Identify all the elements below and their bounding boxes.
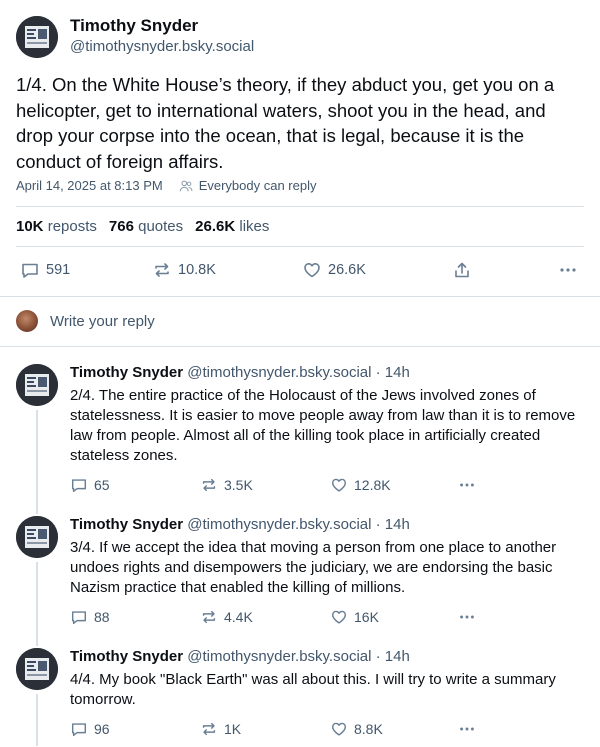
- reply-count: 88: [94, 609, 110, 625]
- share-button[interactable]: [452, 260, 472, 280]
- reposts-stat[interactable]: 10K reposts: [16, 218, 97, 235]
- share-icon: [455, 262, 469, 278]
- heart-icon: [331, 610, 347, 624]
- repost-icon: [202, 610, 216, 624]
- post-text: 1/4. On the White House’s theory, if the…: [16, 74, 555, 172]
- reply-count: 96: [94, 721, 110, 737]
- post-meta: April 14, 2025 at 8:13 PM Everybody can …: [16, 178, 316, 193]
- repost-button[interactable]: 1K: [200, 720, 241, 738]
- thread-post-text: 4/4. My book "Black Earth" was all about…: [70, 671, 556, 708]
- more-dots-icon: [460, 615, 474, 619]
- repost-count: 3.5K: [224, 477, 253, 493]
- heart-icon: [331, 722, 347, 736]
- thread-post-text: 3/4. If we accept the idea that moving a…: [70, 539, 557, 596]
- author-name[interactable]: Timothy Snyder: [70, 364, 183, 381]
- thread-line: [36, 694, 38, 746]
- post-timestamp[interactable]: April 14, 2025 at 8:13 PM: [16, 178, 163, 193]
- reply-button[interactable]: 88: [70, 608, 110, 626]
- thread-post-actions: 65 3.5K 12.8K: [70, 476, 490, 496]
- current-user-avatar: [16, 310, 38, 332]
- thread-post-text: 2/4. The entire practice of the Holocaus…: [70, 387, 576, 464]
- quotes-stat-count: 766: [108, 218, 134, 235]
- thread-post-actions: 96 1K 8.8K: [70, 720, 490, 740]
- like-button[interactable]: 12.8K: [330, 476, 391, 494]
- repost-icon: [202, 722, 216, 736]
- author-handle[interactable]: @timothysnyder.bsky.social · 14h: [187, 648, 410, 665]
- like-count: 16K: [354, 609, 379, 625]
- more-options-button[interactable]: [458, 476, 476, 494]
- repost-icon: [155, 263, 169, 277]
- repost-button[interactable]: 3.5K: [200, 476, 253, 494]
- reply-count: 65: [94, 477, 110, 493]
- thread-line: [36, 562, 38, 646]
- avatar-image: [16, 648, 58, 690]
- likes-stat-count: 26.6K: [195, 218, 236, 235]
- quotes-stat[interactable]: 766 quotes: [109, 218, 183, 235]
- repost-button[interactable]: 10.8K: [152, 260, 216, 280]
- likes-stat-label: likes: [239, 218, 270, 235]
- author-name[interactable]: Timothy Snyder: [70, 516, 183, 533]
- more-options-button[interactable]: [558, 260, 578, 280]
- thread-post-actions: 88 4.4K 16K: [70, 608, 490, 628]
- quotes-stat-label: quotes: [138, 218, 184, 235]
- post-stats: 10K reposts 766 quotes 26.6K likes: [16, 218, 269, 235]
- like-button[interactable]: 8.8K: [330, 720, 383, 738]
- reposts-stat-label: reposts: [47, 218, 97, 235]
- reply-button[interactable]: 591: [20, 260, 70, 280]
- thread-post-header: Timothy Snyder @timothysnyder.bsky.socia…: [70, 648, 410, 665]
- divider: [16, 246, 584, 247]
- divider: [0, 296, 600, 297]
- heart-icon: [331, 478, 347, 492]
- reply-composer-bar[interactable]: Write your reply: [16, 310, 155, 332]
- like-button[interactable]: 26.6K: [302, 260, 366, 280]
- repost-button[interactable]: 4.4K: [200, 608, 253, 626]
- divider: [16, 206, 584, 207]
- heart-icon: [304, 263, 320, 278]
- repost-count: 10.8K: [178, 262, 216, 278]
- repost-count: 4.4K: [224, 609, 253, 625]
- author-handle[interactable]: @timothysnyder.bsky.social · 14h: [187, 516, 410, 533]
- reply-bubble-icon: [71, 479, 87, 493]
- author-avatar[interactable]: [16, 516, 58, 558]
- like-count: 12.8K: [354, 477, 391, 493]
- avatar-image: [16, 516, 58, 558]
- reply-bubble-icon: [22, 263, 38, 278]
- author-handle[interactable]: @timothysnyder.bsky.social · 14h: [187, 364, 410, 381]
- like-count: 8.8K: [354, 721, 383, 737]
- author-avatar[interactable]: [16, 648, 58, 690]
- more-options-button[interactable]: [458, 608, 476, 626]
- thread-post-header: Timothy Snyder @timothysnyder.bsky.socia…: [70, 364, 410, 381]
- reply-count: 591: [46, 262, 71, 278]
- reply-setting[interactable]: Everybody can reply: [199, 178, 317, 193]
- reply-button[interactable]: 65: [70, 476, 110, 494]
- author-avatar[interactable]: [16, 364, 58, 406]
- more-dots-icon: [560, 268, 576, 272]
- author-avatar[interactable]: [16, 16, 58, 58]
- reply-bubble-icon: [71, 611, 87, 625]
- avatar-image: [16, 364, 58, 406]
- people-icon: [179, 180, 193, 191]
- reply-button[interactable]: 96: [70, 720, 110, 738]
- author-handle[interactable]: @timothysnyder.bsky.social: [70, 38, 254, 55]
- more-options-button[interactable]: [458, 720, 476, 738]
- reply-bubble-icon: [71, 723, 87, 737]
- repost-count: 1K: [224, 721, 242, 737]
- avatar-image: [16, 16, 58, 58]
- reply-prompt[interactable]: Write your reply: [50, 313, 155, 330]
- author-name[interactable]: Timothy Snyder: [70, 16, 198, 36]
- post-actions: 591 10.8K 26.6K: [20, 260, 582, 282]
- thread-post-header: Timothy Snyder @timothysnyder.bsky.socia…: [70, 516, 410, 533]
- divider: [0, 346, 600, 347]
- author-name[interactable]: Timothy Snyder: [70, 648, 183, 665]
- reposts-stat-count: 10K: [16, 218, 44, 235]
- more-dots-icon: [460, 727, 474, 731]
- like-count: 26.6K: [328, 262, 366, 278]
- more-dots-icon: [460, 483, 474, 487]
- thread-line: [36, 410, 38, 514]
- likes-stat[interactable]: 26.6K likes: [195, 218, 269, 235]
- repost-icon: [202, 478, 216, 492]
- like-button[interactable]: 16K: [330, 608, 379, 626]
